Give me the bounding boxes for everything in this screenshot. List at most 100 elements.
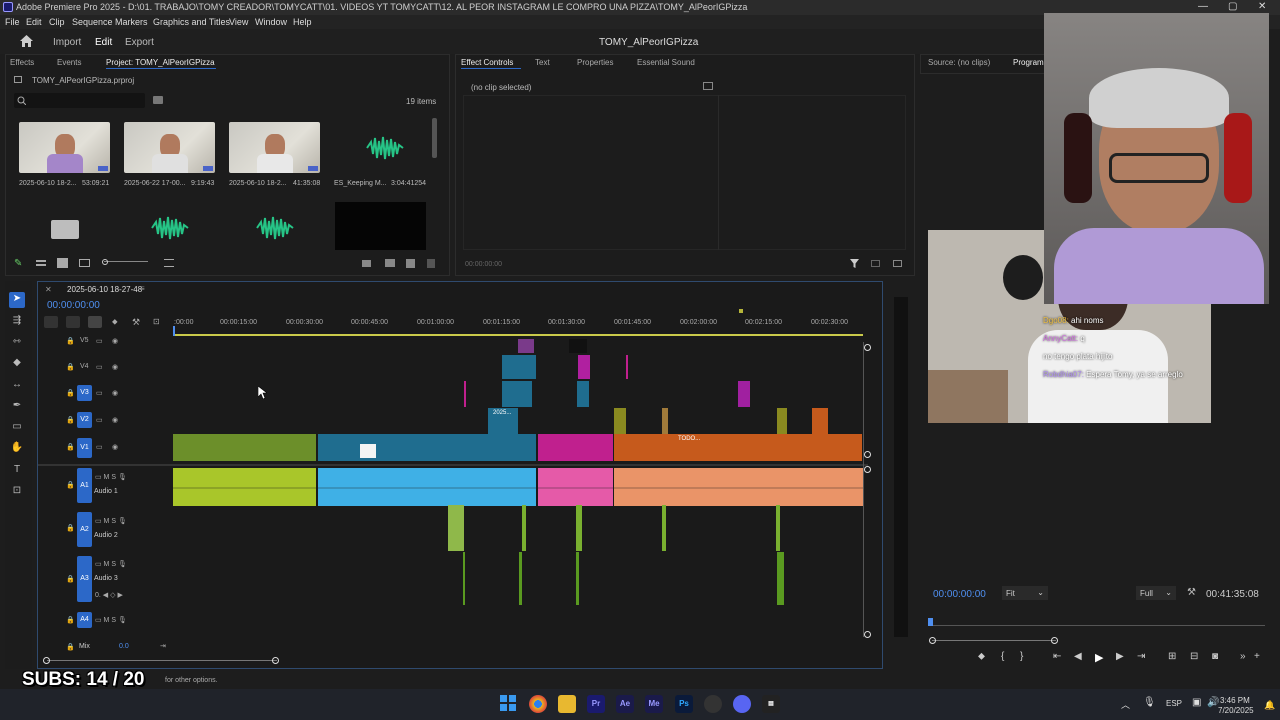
clock-time[interactable]: 3:46 PM — [1220, 696, 1250, 705]
tray-chevron-icon[interactable]: ︿ — [1121, 698, 1130, 711]
track-target-a4[interactable]: A4 — [77, 612, 92, 628]
black-video-thumbnail[interactable] — [335, 202, 426, 250]
zoom-handle-left[interactable] — [929, 637, 936, 644]
slip-tool-icon[interactable]: ↔ — [10, 379, 24, 393]
new-item-button[interactable] — [406, 259, 415, 268]
lock-icon[interactable]: 🔒 — [66, 363, 75, 371]
video-clip[interactable] — [777, 408, 787, 434]
linked-selection-icon[interactable] — [88, 316, 102, 328]
project-scrollbar[interactable] — [432, 118, 437, 158]
maximize-button[interactable]: ▢ — [1228, 1, 1237, 12]
track-target-a2[interactable]: A2 — [77, 512, 92, 547]
language-indicator[interactable]: ESP — [1166, 699, 1182, 708]
menu-edit[interactable]: Edit — [26, 17, 42, 27]
audio-clip[interactable] — [776, 505, 780, 551]
audio-clip[interactable] — [448, 505, 464, 551]
video-clip[interactable] — [812, 408, 828, 434]
eye-icon[interactable]: ◉ — [112, 363, 118, 371]
minimize-button[interactable]: — — [1198, 1, 1208, 12]
audio-waveform-icon[interactable] — [365, 133, 405, 163]
export-frame-icon[interactable] — [893, 260, 902, 267]
tab-program[interactable]: Program: — [1013, 58, 1046, 67]
audio-clip[interactable] — [463, 552, 465, 605]
menu-clip[interactable]: Clip — [49, 17, 65, 27]
scroll-handle[interactable] — [864, 451, 871, 458]
sort-icon[interactable] — [164, 259, 174, 267]
extract-icon[interactable]: ⊟ — [1190, 651, 1198, 662]
zoom-slider[interactable] — [104, 261, 148, 262]
menu-graphics-titles[interactable]: Graphics and Titles — [153, 17, 230, 27]
panel-toggle-icon[interactable] — [703, 82, 713, 90]
mute-button[interactable]: ▭ M S 🎙 — [95, 616, 127, 624]
chrome-icon[interactable] — [529, 695, 547, 713]
timeline-timecode[interactable]: 00:00:00:00 — [47, 300, 100, 311]
mark-out-icon[interactable]: } — [1020, 651, 1023, 662]
audio-track-a1-waveform[interactable] — [173, 468, 863, 506]
zoom-handle-right[interactable] — [1051, 637, 1058, 644]
step-back-icon[interactable]: ◀ — [1074, 651, 1082, 662]
home-icon[interactable] — [20, 35, 33, 47]
icon-view-icon[interactable] — [57, 258, 68, 268]
timeline-settings-icon[interactable]: ⚒ — [132, 317, 140, 328]
add-button-icon[interactable]: + — [1254, 651, 1260, 662]
lock-icon[interactable]: 🔒 — [66, 643, 75, 651]
video-clip[interactable] — [738, 381, 750, 407]
video-clip[interactable] — [614, 408, 626, 434]
tab-project[interactable]: Project: TOMY_AlPeorIGPizza — [106, 58, 215, 67]
video-clip[interactable] — [577, 381, 589, 407]
snap-magnet-icon[interactable] — [66, 316, 80, 328]
new-bin-button[interactable] — [385, 259, 395, 267]
media-thumbnail[interactable] — [229, 122, 320, 173]
windows-start-icon[interactable] — [500, 695, 516, 711]
lock-icon[interactable]: 🔒 — [66, 616, 75, 624]
tab-properties[interactable]: Properties — [577, 58, 613, 67]
mute-button[interactable]: ▭ M S 🎙 — [95, 560, 127, 568]
new-bin-icon[interactable] — [153, 96, 163, 104]
audio-waveform-icon[interactable] — [150, 213, 190, 243]
tab-effect-controls[interactable]: Effect Controls — [461, 58, 513, 67]
lock-icon[interactable]: 🔒 — [66, 416, 75, 424]
scroll-handle[interactable] — [864, 344, 871, 351]
eye-icon[interactable]: ◉ — [112, 416, 118, 424]
eye-icon[interactable]: ◉ — [112, 443, 118, 451]
hand-tool-icon[interactable]: ✋ — [10, 442, 24, 456]
h-scroll-handle[interactable] — [272, 657, 279, 664]
search-input[interactable] — [14, 93, 145, 108]
program-time-ruler[interactable] — [930, 618, 1265, 626]
video-clip[interactable] — [614, 434, 862, 461]
track-target-v2[interactable]: V2 — [77, 412, 92, 428]
lock-icon[interactable]: 🔒 — [66, 481, 75, 489]
scroll-handle[interactable] — [864, 466, 871, 473]
mute-button[interactable]: ▭ M S 🎙 — [95, 517, 127, 525]
play-icon[interactable]: ▶ — [1095, 651, 1103, 664]
captions-tool-icon[interactable]: ⊡ — [10, 485, 24, 499]
app-icon[interactable]: ▤ — [762, 695, 780, 713]
tab-text[interactable]: Text — [535, 58, 550, 67]
zoom-slider-handle[interactable] — [102, 259, 108, 265]
edit-tab[interactable]: Edit — [95, 37, 112, 48]
audio-clip[interactable] — [522, 505, 526, 551]
sync-lock-icon[interactable]: ▭ — [96, 416, 103, 424]
sequence-tab[interactable]: 2025-06-10 18-27-48 — [67, 285, 142, 294]
razor-tool-icon[interactable]: ◆ — [10, 357, 24, 371]
video-clip[interactable] — [173, 434, 316, 461]
more-icon[interactable]: » — [1240, 651, 1246, 662]
type-tool-icon[interactable]: T — [10, 464, 24, 478]
microphone-icon[interactable]: 🎙 — [1143, 697, 1156, 708]
audio-clip[interactable] — [576, 505, 582, 551]
export-tab[interactable]: Export — [125, 37, 154, 48]
media-encoder-icon[interactable]: Me — [645, 695, 663, 713]
import-tab[interactable]: Import — [53, 37, 81, 48]
vertical-scrollbar[interactable] — [863, 342, 864, 637]
network-icon[interactable]: ▣ — [1192, 697, 1201, 708]
tab-effects[interactable]: Effects — [10, 58, 34, 67]
sync-lock-icon[interactable]: ▭ — [96, 443, 103, 451]
menu-markers[interactable]: Markers — [115, 17, 148, 27]
camera-icon[interactable]: ◙ — [1212, 651, 1218, 662]
horizontal-scrollbar[interactable] — [47, 660, 277, 661]
mix-end-icon[interactable]: ⇥ — [160, 642, 166, 650]
audio-clip[interactable] — [519, 552, 522, 605]
track-target-a3[interactable]: A3 — [77, 556, 92, 602]
close-button[interactable]: ✕ — [1258, 1, 1266, 12]
menu-file[interactable]: File — [5, 17, 20, 27]
